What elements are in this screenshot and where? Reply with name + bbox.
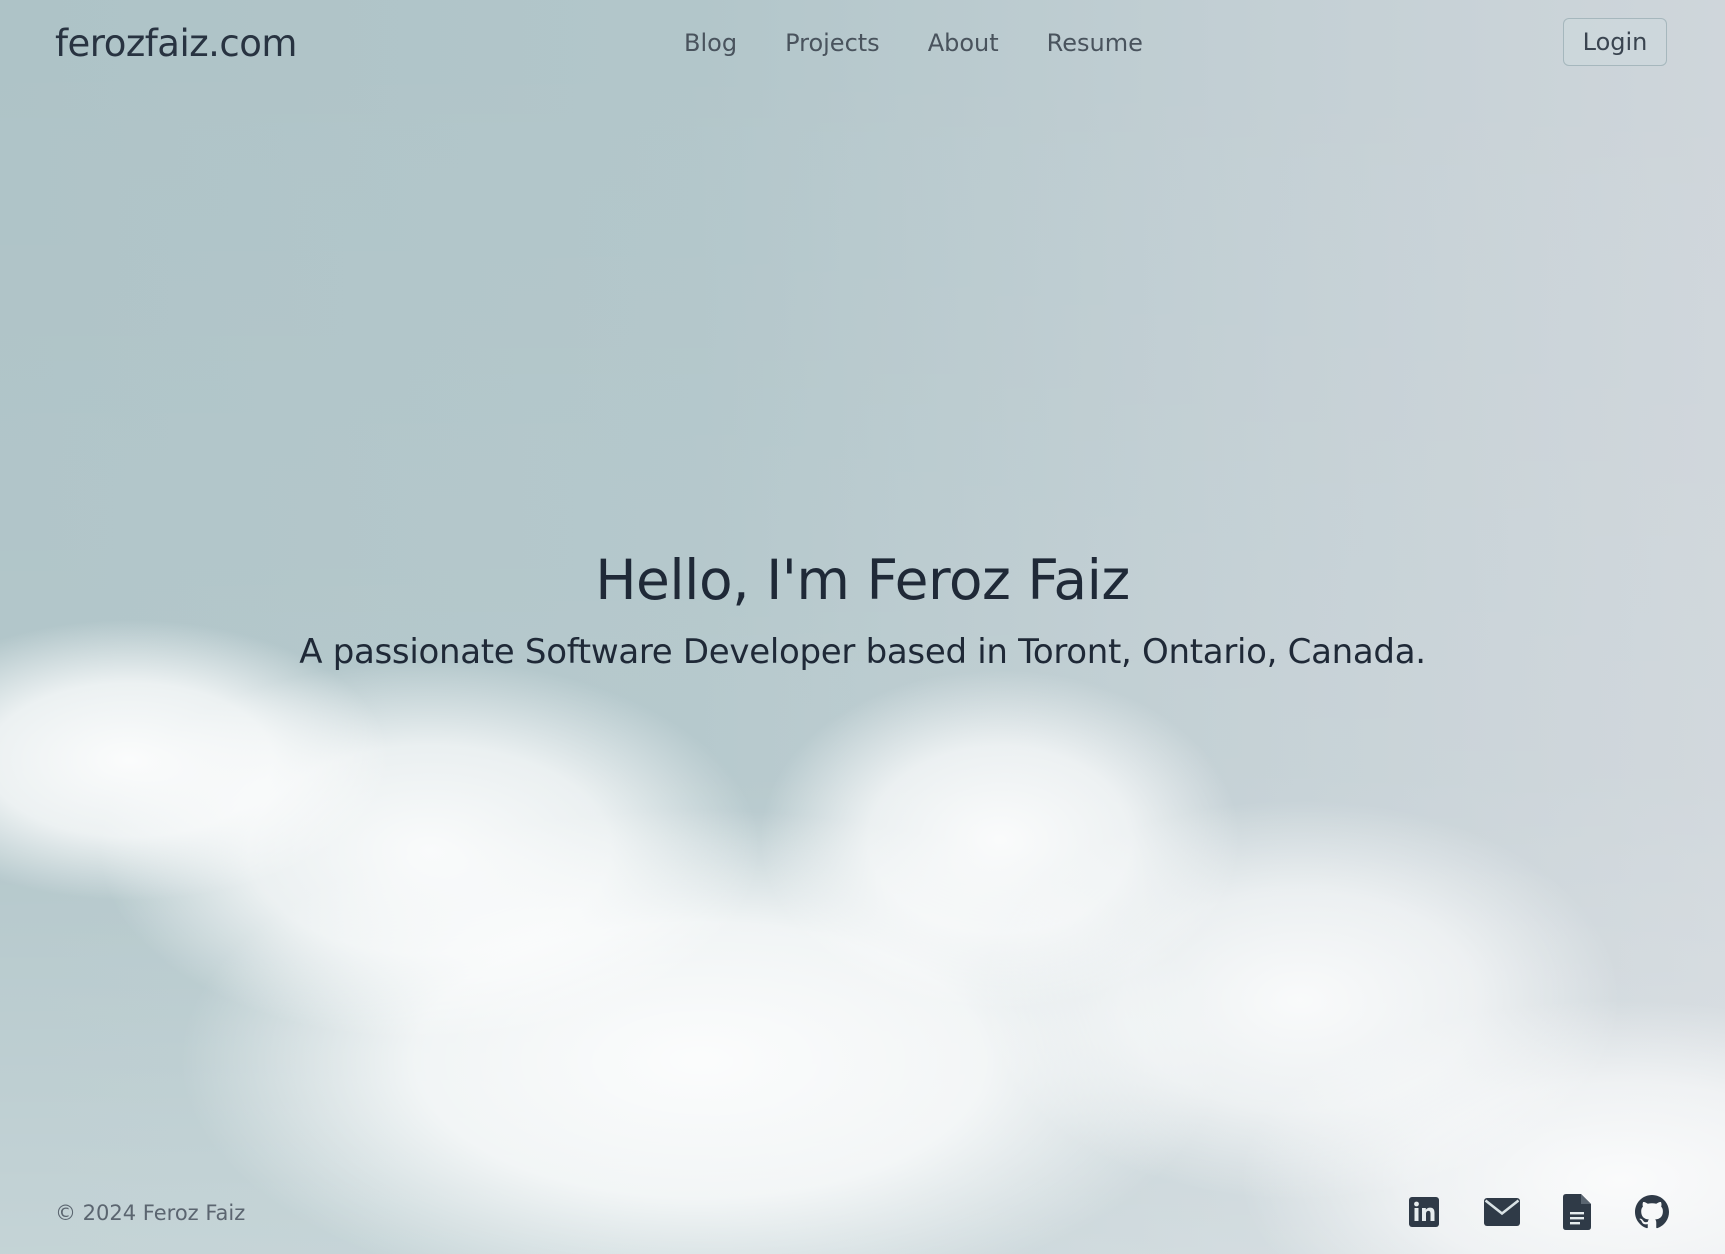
linkedin-link[interactable] xyxy=(1404,1192,1444,1232)
github-link[interactable] xyxy=(1632,1192,1672,1232)
hero-title: Hello, I'm Feroz Faiz xyxy=(595,548,1130,612)
mail-icon xyxy=(1484,1198,1520,1226)
hero-subtitle: A passionate Software Developer based in… xyxy=(299,632,1426,672)
linkedin-icon xyxy=(1409,1197,1439,1227)
copyright-text: © 2024 Feroz Faiz xyxy=(55,1201,246,1225)
document-icon xyxy=(1563,1194,1591,1230)
navbar: ferozfaiz.com Blog Projects About Resume… xyxy=(0,0,1725,88)
login-button[interactable]: Login xyxy=(1563,18,1667,66)
nav-link-blog[interactable]: Blog xyxy=(660,26,761,60)
nav-link-resume[interactable]: Resume xyxy=(1023,26,1167,60)
github-icon xyxy=(1635,1195,1669,1229)
email-link[interactable] xyxy=(1482,1192,1522,1232)
resume-link[interactable] xyxy=(1557,1192,1597,1232)
nav-link-about[interactable]: About xyxy=(904,26,1023,60)
footer: © 2024 Feroz Faiz xyxy=(0,1180,1725,1246)
site-logo-link[interactable]: ferozfaiz.com xyxy=(55,20,297,68)
hero-section: Hello, I'm Feroz Faiz A passionate Softw… xyxy=(0,540,1725,678)
nav-link-projects[interactable]: Projects xyxy=(761,26,904,60)
main-nav: Blog Projects About Resume xyxy=(660,26,1167,60)
